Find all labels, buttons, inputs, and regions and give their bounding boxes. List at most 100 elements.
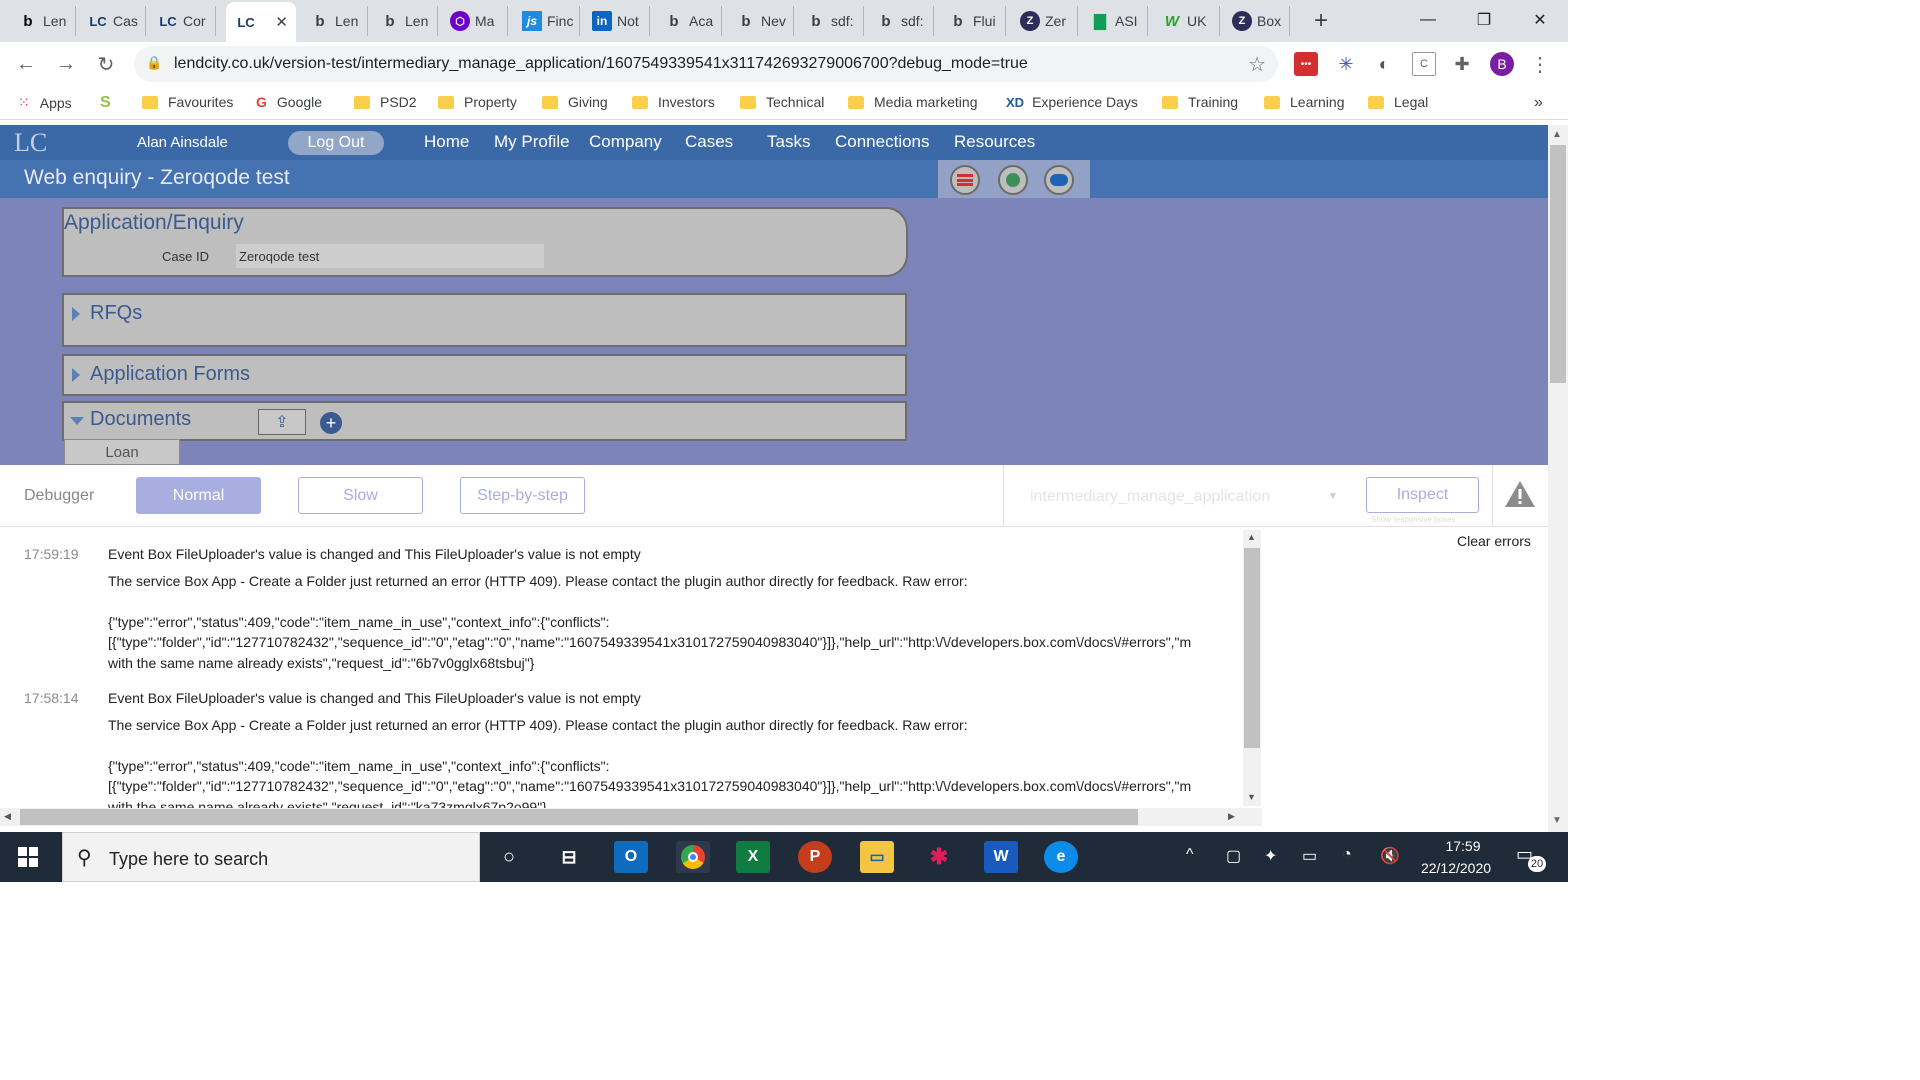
close-icon[interactable]: ✕ — [275, 13, 288, 31]
application-forms-title[interactable]: Application Forms — [90, 363, 250, 386]
mode-normal-button[interactable]: Normal — [136, 477, 261, 514]
browser-tab[interactable]: b sdf: — [866, 6, 934, 36]
inspect-button[interactable]: Inspect — [1366, 477, 1479, 513]
browser-tab[interactable]: ▇ ASI — [1080, 6, 1148, 36]
menu-icon[interactable]: ⋮ — [1528, 52, 1552, 76]
word-icon[interactable]: W — [984, 841, 1018, 873]
log-vscroll-thumb[interactable] — [1244, 548, 1260, 748]
taskbar-search[interactable]: ⚲ Type here to search — [62, 832, 480, 882]
mode-step-button[interactable]: Step-by-step — [460, 477, 585, 514]
slack-icon[interactable]: ✱ — [922, 841, 956, 873]
logout-button[interactable]: Log Out — [288, 131, 384, 155]
nav-connections[interactable]: Connections — [835, 132, 930, 152]
powerpoint-icon[interactable]: P — [798, 841, 832, 873]
lastpass-icon[interactable]: ••• — [1294, 52, 1318, 76]
bookmark-apps[interactable]: ⁙ Apps — [18, 94, 72, 111]
browser-tab[interactable]: b Aca — [654, 6, 722, 36]
warning-icon[interactable] — [1503, 479, 1537, 509]
upload-icon[interactable]: ⇪ — [258, 409, 306, 435]
browser-tab-active[interactable]: LC ✕ — [226, 2, 296, 42]
battery-icon[interactable]: ▭ — [1302, 846, 1317, 866]
tray-expand-icon[interactable]: ^ — [1186, 846, 1194, 864]
excel-icon[interactable]: X — [736, 841, 770, 873]
scroll-up-arrow-icon[interactable]: ▲ — [1552, 129, 1562, 140]
puzzle-icon[interactable]: ✚ — [1450, 52, 1474, 76]
application-forms-section[interactable]: Application Forms — [62, 354, 907, 396]
documents-title[interactable]: Documents — [90, 408, 191, 431]
chevron-down-icon[interactable]: ▼ — [1328, 491, 1338, 502]
outlook-icon[interactable]: O — [614, 841, 648, 873]
back-button[interactable]: ← — [12, 50, 40, 78]
bookmark-folder[interactable]: Learning — [1264, 94, 1345, 110]
bookmark-folder[interactable]: Media marketing — [848, 94, 978, 110]
bookmark-folder[interactable]: Technical — [740, 94, 824, 110]
expand-arrow-icon[interactable] — [72, 368, 80, 382]
browser-tab[interactable]: Z Box — [1222, 6, 1290, 36]
scroll-up-arrow-icon[interactable]: ▲ — [1247, 532, 1256, 542]
url-text[interactable]: lendcity.co.uk/version-test/intermediary… — [174, 55, 1028, 73]
extension-badge-icon[interactable]: ✳ — [1334, 52, 1358, 76]
browser-tab[interactable]: js Finc — [512, 6, 580, 36]
scroll-left-arrow-icon[interactable]: ◀ — [4, 811, 11, 822]
bookmark-folder[interactable]: Giving — [542, 94, 608, 110]
chrome-icon[interactable] — [676, 841, 710, 873]
browser-tab[interactable]: Z Zer — [1010, 6, 1078, 36]
browser-tab[interactable]: ⬡ Ma — [440, 6, 508, 36]
edge-icon[interactable]: e — [1044, 841, 1078, 873]
bookmark-folder[interactable]: Legal — [1368, 94, 1428, 110]
mode-slow-button[interactable]: Slow — [298, 477, 423, 514]
bookmark-folder[interactable]: Property — [438, 94, 517, 110]
cortana-icon[interactable]: ○ — [492, 841, 526, 873]
new-tab-button[interactable]: + — [1306, 7, 1336, 34]
bookmark-folder[interactable]: Investors — [632, 94, 715, 110]
clock-date[interactable]: 22/12/2020 — [1416, 860, 1496, 876]
bookmark-folder[interactable]: Favourites — [142, 94, 233, 110]
minimize-button[interactable]: — — [1406, 6, 1450, 34]
nav-my-profile[interactable]: My Profile — [494, 132, 570, 152]
bookmark-google[interactable]: G Google — [256, 94, 322, 110]
dropbox-icon[interactable]: ✦ — [1264, 846, 1277, 866]
log-horizontal-scrollbar[interactable]: ◀ ▶ — [0, 808, 1262, 826]
wifi-icon[interactable]: ◔ — [1342, 846, 1352, 864]
browser-tab[interactable]: W UK — [1152, 6, 1220, 36]
profile-avatar[interactable]: B — [1490, 52, 1514, 76]
add-document-icon[interactable]: + — [320, 412, 342, 434]
windows-start-icon[interactable] — [18, 847, 38, 867]
case-id-field[interactable]: Zeroqode test — [236, 244, 544, 268]
page-scrollbar-thumb[interactable] — [1550, 145, 1566, 383]
reload-button[interactable]: ↻ — [92, 50, 120, 78]
browser-tab[interactable]: b Flui — [938, 6, 1006, 36]
star-icon[interactable]: ☆ — [1248, 52, 1266, 77]
task-view-icon[interactable]: ⊟ — [552, 841, 586, 873]
chat-icon[interactable] — [1044, 165, 1074, 195]
window-close-button[interactable]: ✕ — [1518, 6, 1562, 34]
app-logo[interactable]: LC — [14, 128, 47, 158]
more-bookmarks-button[interactable]: » — [1534, 94, 1543, 112]
log-hscroll-thumb[interactable] — [20, 809, 1138, 825]
nav-home[interactable]: Home — [424, 132, 469, 152]
user-icon[interactable] — [998, 165, 1028, 195]
clipboard-icon[interactable]: C — [1412, 52, 1436, 76]
forward-button[interactable]: → — [52, 50, 80, 78]
volume-muted-icon[interactable]: 🔇 — [1380, 846, 1400, 866]
rfqs-section[interactable]: RFQs — [62, 293, 907, 347]
browser-tab[interactable]: b sdf: — [796, 6, 864, 36]
browser-tab[interactable]: b Len — [8, 6, 76, 36]
browser-tab[interactable]: b Len — [370, 6, 438, 36]
scroll-down-arrow-icon[interactable]: ▼ — [1552, 815, 1562, 826]
list-icon[interactable] — [950, 165, 980, 195]
browser-tab[interactable]: in Not — [582, 6, 650, 36]
bookmark-shopify[interactable]: S — [100, 94, 111, 112]
bookmark-experience-days[interactable]: XD Experience Days — [1006, 94, 1138, 110]
browser-tab[interactable]: LC Cor — [148, 6, 216, 36]
rfqs-title[interactable]: RFQs — [90, 302, 142, 325]
tab-loan[interactable]: Loan — [64, 439, 180, 465]
file-explorer-icon[interactable]: ▭ — [860, 841, 894, 873]
restore-button[interactable]: ❐ — [1462, 6, 1506, 34]
notifications-icon[interactable]: ▭ 20 — [1516, 844, 1546, 872]
bookmark-folder[interactable]: PSD2 — [354, 94, 417, 110]
meet-now-icon[interactable]: ▢ — [1226, 846, 1241, 866]
nav-resources[interactable]: Resources — [954, 132, 1035, 152]
clock-time[interactable]: 17:59 — [1430, 838, 1496, 854]
clear-errors-button[interactable]: Clear errors — [1457, 533, 1531, 549]
